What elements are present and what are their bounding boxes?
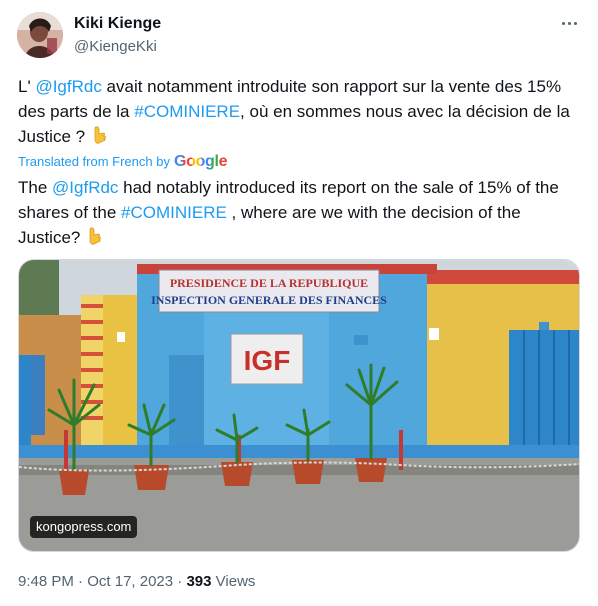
mention-link[interactable]: @IgfRdc — [35, 77, 101, 96]
author-handle[interactable]: @KiengeKki — [74, 37, 157, 57]
views-count: 393 — [186, 573, 212, 590]
google-logo: Google — [173, 153, 228, 170]
tweet: Kiki Kienge @KiengeKki L' @IgfRdc avait … — [0, 0, 598, 606]
sign-line-2: INSPECTION GENERALE DES FINANCES — [151, 293, 387, 307]
author-name[interactable]: Kiki Kienge — [74, 14, 161, 34]
mention-link[interactable]: @IgfRdc — [52, 178, 118, 197]
media-source-badge[interactable]: kongopress.com — [30, 516, 138, 538]
backhand-index-pointing-down-emoji — [85, 226, 105, 253]
avatar[interactable] — [17, 12, 63, 58]
hashtag-link[interactable]: #COMINIERE — [134, 102, 240, 121]
backhand-index-pointing-down-emoji — [90, 125, 110, 152]
views-label: Views — [215, 573, 256, 590]
tweet-text: L' @IgfRdc avait notamment introduite so… — [18, 74, 583, 152]
tweet-metadata: 9:48 PM · Oct 17, 2023 · 393 Views — [18, 572, 255, 592]
meta-separator: · — [78, 573, 88, 590]
translated-text-part: The — [18, 178, 53, 197]
igf-building-photo: PRESIDENCE DE LA REPUBLIQUE INSPECTION G… — [19, 260, 579, 551]
more-horizontal-icon[interactable] — [556, 12, 582, 34]
translated-text: The @IgfRdc had notably introduced its r… — [18, 175, 583, 253]
tweet-date[interactable]: Oct 17, 2023 — [87, 573, 173, 590]
tweet-text-part: L' — [18, 77, 36, 96]
translation-notice[interactable]: Translated from French by Google — [18, 152, 228, 172]
avatar-image — [17, 12, 63, 58]
igf-plaque: IGF — [244, 345, 291, 376]
tweet-media-image[interactable]: PRESIDENCE DE LA REPUBLIQUE INSPECTION G… — [18, 259, 580, 552]
hashtag-link[interactable]: #COMINIERE — [121, 203, 227, 222]
sign-line-1: PRESIDENCE DE LA REPUBLIQUE — [170, 276, 368, 290]
translation-label: Translated from French by — [18, 154, 170, 169]
tweet-time[interactable]: 9:48 PM — [18, 573, 74, 590]
